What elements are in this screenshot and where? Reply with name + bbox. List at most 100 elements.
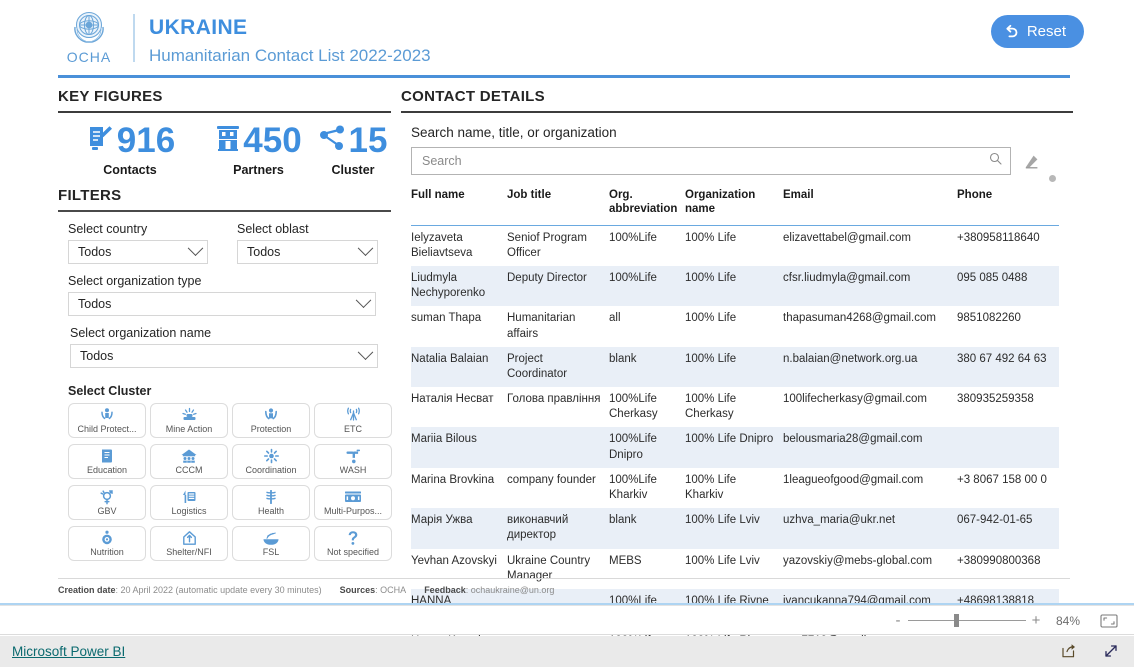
key-figure-partners-value: 450 bbox=[243, 121, 302, 160]
cluster-button-label: Health bbox=[257, 506, 284, 516]
column-header-organization-name[interactable]: Organization name bbox=[685, 185, 783, 225]
cell-email: 100lifecherkasy@gmail.com bbox=[783, 393, 927, 406]
vertical-scroll-indicator[interactable] bbox=[1049, 175, 1056, 182]
column-header-email[interactable]: Email bbox=[783, 185, 957, 225]
search-icon[interactable] bbox=[989, 152, 1002, 170]
powerbi-footer-bar: Microsoft Power BI bbox=[0, 636, 1134, 667]
cluster-button-wash[interactable]: WASH bbox=[314, 444, 392, 479]
filter-org-type-label: Select organization type bbox=[68, 274, 202, 288]
org-name-select[interactable]: Todos bbox=[70, 343, 378, 368]
cluster-button-mine-action[interactable]: Mine Action bbox=[150, 403, 228, 438]
fullscreen-arrow-icon[interactable] bbox=[1102, 642, 1120, 660]
cluster-button-label: Mine Action bbox=[165, 424, 213, 434]
cell-email: n.balaian@network.org.ua bbox=[783, 352, 918, 365]
nutrition-icon bbox=[100, 530, 114, 546]
reset-button-label: Reset bbox=[1026, 23, 1066, 40]
cell-job-title: виконавчий директор bbox=[507, 514, 569, 542]
table-row[interactable]: Наталія Несват Голова правління 100%Life C… bbox=[411, 387, 1059, 427]
footer-text: Creation date: 20 April 2022 (automatic … bbox=[58, 585, 1070, 595]
search-row bbox=[411, 147, 1073, 175]
country-select[interactable]: Todos bbox=[68, 239, 208, 264]
cell-job-title: Humanitarian affairs bbox=[507, 312, 576, 340]
share-icon[interactable] bbox=[1060, 642, 1078, 660]
cluster-button-cccm[interactable]: CCCM bbox=[150, 444, 228, 479]
cell-organization-name: 100% Life bbox=[685, 231, 737, 244]
zoom-slider[interactable] bbox=[908, 614, 1026, 627]
search-box[interactable] bbox=[411, 147, 1011, 175]
cluster-button-logistics[interactable]: Logistics bbox=[150, 485, 228, 520]
table-row[interactable]: Ielyzaveta Bieliavtseva Seniof Program Of… bbox=[411, 225, 1059, 266]
key-figure-partners-label: Partners bbox=[233, 163, 284, 177]
ocha-wordmark: OCHA bbox=[66, 49, 112, 65]
cell-email: elizavettabel@gmail.com bbox=[783, 231, 912, 244]
cluster-button-label: Multi-Purpos... bbox=[323, 506, 383, 516]
cluster-button-gbv[interactable]: GBV bbox=[68, 485, 146, 520]
footer-rule bbox=[58, 578, 1070, 579]
cluster-button-education[interactable]: Education bbox=[68, 444, 146, 479]
cluster-button-nutrition[interactable]: Nutrition bbox=[68, 526, 146, 561]
zoom-in-button[interactable]: + bbox=[1026, 612, 1046, 629]
cell-email: belousmaria28@gmail.com bbox=[783, 433, 923, 446]
cluster-button-label: FSL bbox=[262, 547, 280, 557]
table-row[interactable]: Mariia Bilous 100%Life Dnipro 100% Life Dn… bbox=[411, 427, 1059, 468]
column-header-phone[interactable]: Phone bbox=[957, 185, 1059, 225]
cell-phone: 067-942-01-65 bbox=[957, 514, 1033, 527]
un-emblem-icon bbox=[67, 8, 111, 48]
child-protection-icon bbox=[99, 407, 115, 423]
search-input[interactable] bbox=[420, 153, 989, 169]
undo-arrow-icon bbox=[1003, 23, 1020, 40]
cell-phone: 9851082260 bbox=[957, 312, 1021, 325]
cluster-button-etc[interactable]: ETC bbox=[314, 403, 392, 438]
cell-full-name: Liudmyla Nechyporenko bbox=[411, 272, 486, 300]
cluster-button-label: Not specified bbox=[326, 547, 380, 557]
table-row[interactable]: Марія Ужва виконавчий директор blank 100% L… bbox=[411, 508, 1059, 549]
cluster-button-label: Shelter/NFI bbox=[166, 547, 212, 557]
footer-sources-value: : OCHA bbox=[375, 585, 407, 595]
cell-organization-name: 100% Life Lviv bbox=[685, 514, 760, 527]
column-header-org-abbreviation[interactable]: Org. abbreviation bbox=[609, 185, 685, 225]
eraser-icon[interactable] bbox=[1021, 152, 1039, 170]
powerbi-footer-icons bbox=[1060, 642, 1120, 660]
cluster-button-shelter[interactable]: Shelter/NFI bbox=[150, 526, 228, 561]
zoom-slider-thumb[interactable] bbox=[954, 614, 959, 627]
cluster-button-label: Coordination bbox=[245, 465, 297, 475]
cluster-button-multi-purpose[interactable]: Multi-Purpos... bbox=[314, 485, 392, 520]
table-row[interactable]: Liudmyla Nechyporenko Deputy Director 100%… bbox=[411, 266, 1059, 307]
cluster-button-label: WASH bbox=[339, 465, 367, 475]
cell-org-abbreviation: 100%Life bbox=[609, 231, 657, 244]
contact-details-title: CONTACT DETAILS bbox=[401, 88, 545, 105]
org-name-select-value: Todos bbox=[80, 349, 114, 363]
cell-org-abbreviation: blank bbox=[609, 514, 637, 527]
cell-org-abbreviation: blank bbox=[609, 352, 637, 365]
reset-button[interactable]: Reset bbox=[990, 15, 1084, 48]
cluster-button-health[interactable]: Health bbox=[232, 485, 310, 520]
filter-oblast: Select oblast Todos bbox=[228, 212, 378, 264]
page-title: UKRAINE bbox=[149, 16, 248, 39]
org-type-select[interactable]: Todos bbox=[68, 291, 376, 316]
footer-feedback-label: Feedback bbox=[424, 585, 466, 595]
cluster-button-coordination[interactable]: Coordination bbox=[232, 444, 310, 479]
chevron-down-icon bbox=[357, 239, 374, 256]
fit-to-page-icon[interactable] bbox=[1098, 613, 1120, 629]
column-header-full-name[interactable]: Full name bbox=[411, 185, 507, 225]
cell-full-name: suman Thapa bbox=[411, 312, 482, 325]
oblast-select[interactable]: Todos bbox=[237, 239, 378, 264]
column-header-job-title[interactable]: Job title bbox=[507, 185, 609, 225]
cluster-button-child-protection[interactable]: Child Protect... bbox=[68, 403, 146, 438]
zoom-toolbar: - + 84% bbox=[0, 605, 1134, 635]
table-row[interactable]: Marina Brovkina company founder 100%Life K… bbox=[411, 468, 1059, 508]
mine-action-icon bbox=[181, 407, 198, 423]
cluster-button-not-specified[interactable]: Not specified bbox=[314, 526, 392, 561]
zoom-out-button[interactable]: - bbox=[888, 612, 908, 629]
footer-creation-value: : 20 April 2022 (automatic update every … bbox=[115, 585, 322, 595]
cell-phone: 380 67 492 64 63 bbox=[957, 352, 1047, 365]
powerbi-link[interactable]: Microsoft Power BI bbox=[12, 644, 125, 659]
report-header: OCHA UKRAINE Humanitarian Contact List 2… bbox=[0, 0, 1134, 78]
cluster-button-fsl[interactable]: FSL bbox=[232, 526, 310, 561]
cluster-button-protection[interactable]: Protection bbox=[232, 403, 310, 438]
table-row[interactable]: suman Thapa Humanitarian affairs all 100% L… bbox=[411, 306, 1059, 346]
food-bowl-icon bbox=[262, 530, 280, 546]
key-figure-cluster: 15 Cluster bbox=[315, 123, 391, 177]
table-row[interactable]: Natalia Balaian Project Coordinator blank 1… bbox=[411, 346, 1059, 388]
shelter-icon bbox=[182, 530, 197, 546]
